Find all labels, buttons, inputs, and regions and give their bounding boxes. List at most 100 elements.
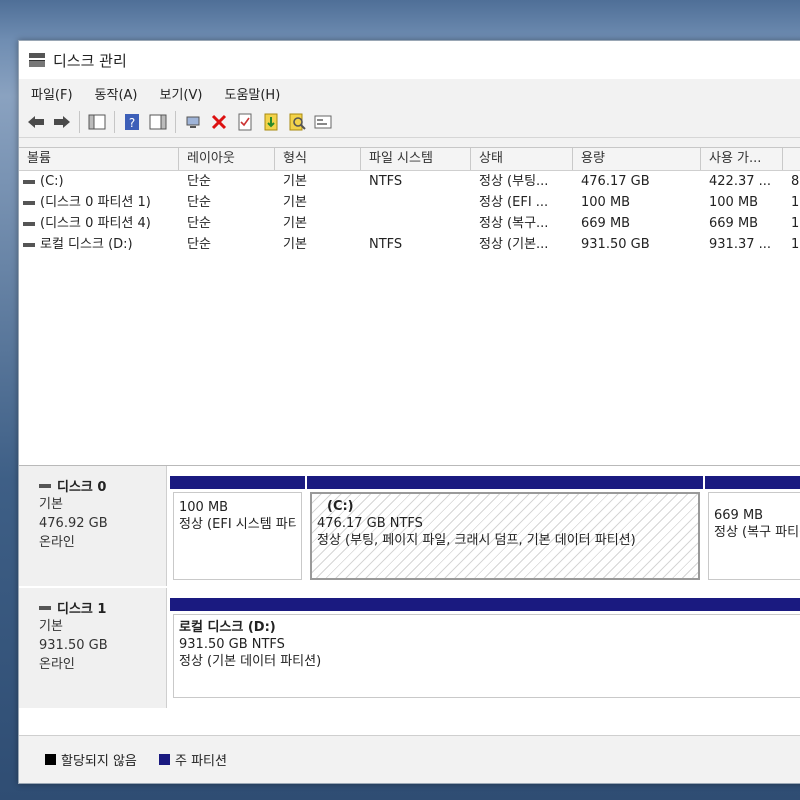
partition-d[interactable]: 로컬 디스크 (D:) 931.50 GB NTFS 정상 (기본 데이터 파티…: [170, 598, 800, 702]
partition-size: 476.17 GB NTFS: [317, 516, 423, 531]
partition-label: (C:): [327, 499, 354, 514]
legend-unallocated: 할당되지 않음: [45, 750, 137, 769]
partition-size: 931.50 GB NTFS: [179, 637, 285, 652]
volume-list-header: 볼륨 레이아웃 형식 파일 시스템 상태 용량 사용 가...: [19, 148, 800, 171]
connect-icon[interactable]: [182, 111, 204, 133]
volume-file-system: NTFS: [369, 237, 403, 252]
volume-free-space: 100 MB: [709, 195, 759, 210]
delete-icon[interactable]: [208, 111, 230, 133]
partition-status: 정상 (복구 파티션): [714, 525, 800, 540]
column-header-free-space[interactable]: 사용 가...: [701, 148, 783, 170]
volume-icon: [23, 242, 35, 247]
volume-layout: 단순: [187, 195, 211, 210]
partition-size: 669 MB: [714, 508, 764, 523]
column-header-layout[interactable]: 레이아웃: [179, 148, 275, 170]
volume-capacity: 669 MB: [581, 216, 631, 231]
help-icon[interactable]: ?: [121, 111, 143, 133]
menu-view[interactable]: 보기(V): [160, 84, 203, 103]
column-header-volume[interactable]: 볼륨: [19, 148, 179, 170]
table-row[interactable]: (디스크 0 파티션 1) 단순 기본 정상 (EFI ... 100 MB 1…: [19, 192, 800, 213]
title-bar: 디스크 관리: [19, 41, 800, 79]
column-header-status[interactable]: 상태: [471, 148, 573, 170]
volume-percent-free: 1: [791, 237, 800, 252]
disk-state: 온라인: [39, 535, 75, 550]
volume-layout: 단순: [187, 237, 211, 252]
volume-type: 기본: [283, 216, 307, 231]
forward-arrow-icon[interactable]: [51, 111, 73, 133]
back-arrow-icon[interactable]: [25, 111, 47, 133]
volume-layout: 단순: [187, 216, 211, 231]
volume-name: (디스크 0 파티션 4): [40, 216, 151, 231]
legend-swatch: [45, 754, 56, 765]
volume-free-space: 422.37 ...: [709, 174, 772, 189]
volume-file-system: NTFS: [369, 174, 403, 189]
toolbar-separator: [175, 111, 176, 133]
disk-0-label[interactable]: 디스크 0 기본 476.92 GB 온라인: [19, 466, 167, 586]
volume-type: 기본: [283, 195, 307, 210]
rescan-icon[interactable]: [286, 111, 308, 133]
table-row[interactable]: 로컬 디스크 (D:) 단순 기본 NTFS 정상 (기본... 931.50 …: [19, 234, 800, 255]
volume-capacity: 100 MB: [581, 195, 631, 210]
menu-help[interactable]: 도움말(H): [224, 84, 280, 103]
legend-swatch: [159, 754, 170, 765]
primary-partition-bar: [705, 476, 800, 489]
partition-status: 정상 (EFI 시스템 파티션): [179, 517, 296, 532]
legend-label: 주 파티션: [175, 754, 227, 769]
disk-1-label[interactable]: 디스크 1 기본 931.50 GB 온라인: [19, 588, 167, 708]
volume-status: 정상 (복구...: [479, 216, 549, 231]
volume-icon: [23, 221, 35, 226]
partition-c[interactable]: (C:) 476.17 GB NTFS 정상 (부팅, 페이지 파일, 크래시 …: [307, 476, 703, 584]
volume-type: 기본: [283, 237, 307, 252]
legend-label: 할당되지 않음: [61, 754, 137, 769]
disk-icon: [39, 483, 51, 488]
volume-status: 정상 (EFI ...: [479, 195, 549, 210]
refresh-icon[interactable]: [260, 111, 282, 133]
menu-file[interactable]: 파일(F): [31, 84, 73, 103]
volume-layout: 단순: [187, 174, 211, 189]
partition-recovery[interactable]: 669 MB 정상 (복구 파티션): [705, 476, 800, 584]
disk-map: 디스크 0 기본 476.92 GB 온라인 100 MB 정상 (EFI 시스…: [19, 465, 800, 736]
volume-percent-free: 1: [791, 195, 800, 210]
toolbar: ?: [19, 107, 800, 138]
disk-management-icon: [29, 53, 45, 67]
volume-file-system: [361, 192, 471, 213]
legend-primary-partition: 주 파티션: [159, 750, 227, 769]
volume-name: (C:): [40, 174, 64, 189]
export-icon[interactable]: [312, 111, 334, 133]
partition-efi[interactable]: 100 MB 정상 (EFI 시스템 파티션): [170, 476, 305, 584]
console-tree-icon[interactable]: [86, 111, 108, 133]
volume-list: 볼륨 레이아웃 형식 파일 시스템 상태 용량 사용 가... (C:) 단순 …: [19, 147, 800, 466]
disk-state: 온라인: [39, 657, 75, 672]
volume-status: 정상 (기본...: [479, 237, 549, 252]
disk-size: 476.92 GB: [39, 516, 108, 531]
disk-kind: 기본: [39, 619, 63, 634]
volume-percent-free: 1: [791, 216, 800, 231]
menu-action[interactable]: 동작(A): [95, 84, 138, 103]
disk-kind: 기본: [39, 497, 63, 512]
table-row[interactable]: (C:) 단순 기본 NTFS 정상 (부팅... 476.17 GB 422.…: [19, 171, 800, 192]
column-header-file-system[interactable]: 파일 시스템: [361, 148, 471, 170]
table-row[interactable]: (디스크 0 파티션 4) 단순 기본 정상 (복구... 669 MB 669…: [19, 213, 800, 234]
properties-icon[interactable]: [234, 111, 256, 133]
column-header-capacity[interactable]: 용량: [573, 148, 701, 170]
volume-capacity: 931.50 GB: [581, 237, 650, 252]
volume-type: 기본: [283, 174, 307, 189]
legend: 할당되지 않음 주 파티션: [19, 735, 800, 783]
menu-bar: 파일(F) 동작(A) 보기(V) 도움말(H): [19, 79, 800, 107]
disk-management-window: 디스크 관리 파일(F) 동작(A) 보기(V) 도움말(H) ? 볼륨 레이아…: [18, 40, 800, 784]
column-header-type[interactable]: 형식: [275, 148, 361, 170]
disk-name: 디스크 0: [57, 480, 107, 495]
volume-icon: [23, 179, 35, 184]
volume-capacity: 476.17 GB: [581, 174, 650, 189]
primary-partition-bar: [170, 598, 800, 611]
action-pane-icon[interactable]: [147, 111, 169, 133]
disk-name: 디스크 1: [57, 602, 107, 617]
svg-text:?: ?: [129, 116, 135, 130]
disk-size: 931.50 GB: [39, 638, 108, 653]
column-header-percent-free[interactable]: [783, 148, 800, 170]
volume-name: 로컬 디스크 (D:): [40, 237, 133, 252]
volume-icon: [23, 200, 35, 205]
partition-size: 100 MB: [179, 500, 229, 515]
toolbar-separator: [79, 111, 80, 133]
window-title: 디스크 관리: [53, 51, 127, 70]
